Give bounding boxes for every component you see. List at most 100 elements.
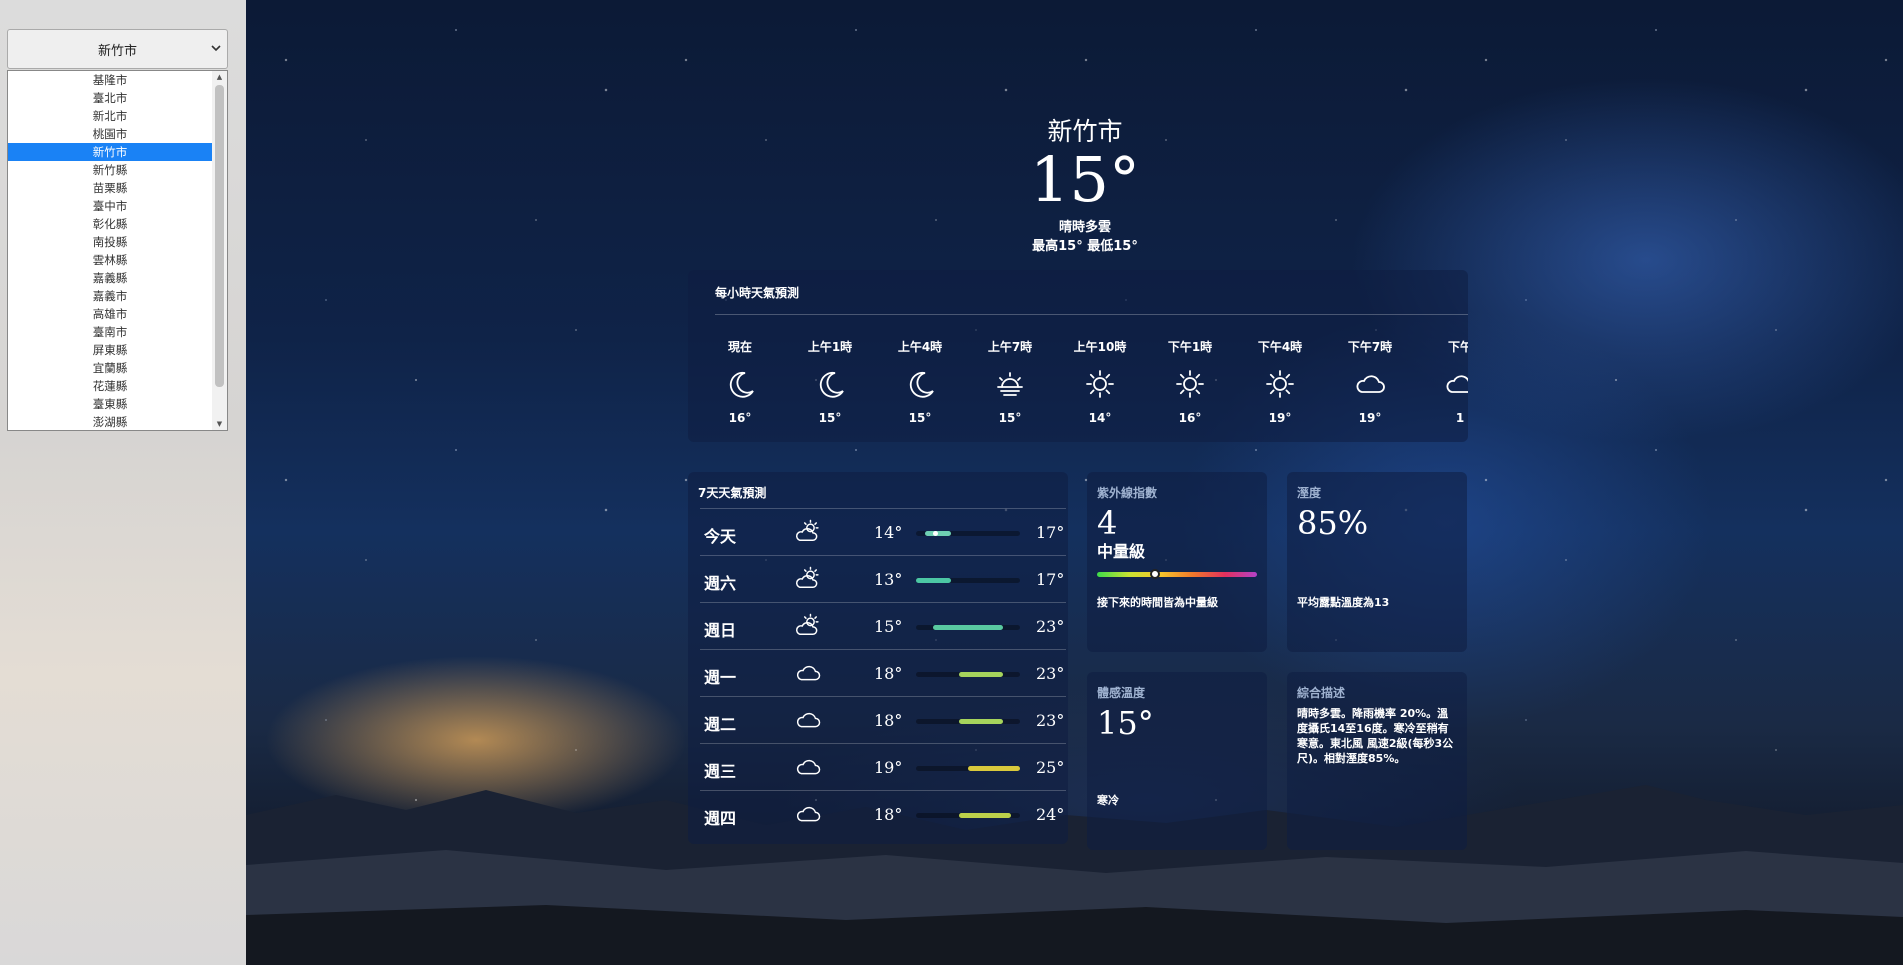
city-option[interactable]: 嘉義市 [8,287,212,305]
cloud-icon [794,753,822,781]
temp-range-bar [916,813,1020,818]
day-name: 週四 [704,809,737,828]
hourly-temp: 15° [908,411,932,425]
hourly-item: 現在 16° [705,338,775,425]
day-high: 17° [1036,523,1065,542]
daily-row: 週六 13° 17° [700,555,1066,602]
current-high-low: 最高15° 最低15° [1032,239,1138,254]
scrollbar-thumb[interactable] [215,85,224,387]
city-option[interactable]: 南投縣 [8,233,212,251]
summary-title: 綜合描述 [1297,686,1346,700]
city-options: 基隆市 臺北市 新北市 桃園市 新竹市 新竹縣 苗栗縣 臺中市 彰化縣 南投縣 雲林縣 嘉義縣 嘉義市高… [8,71,212,430]
cloud-icon [794,800,822,828]
day-high: 23° [1036,664,1065,683]
daily-row: 週三 19° 25° [700,743,1066,790]
hourly-time: 上午10時 [1073,340,1127,354]
hourly-temp: 15° [818,411,842,425]
day-name: 週二 [704,715,737,734]
sun-icon [1083,367,1117,401]
divider [715,314,1468,315]
summary-text: 晴時多雲。降雨機率 20%。溫度攝氏14至16度。寒冷至稍有寒意。東北風 風速2… [1297,707,1454,765]
sidebar: 新竹市 基隆市 臺北市 新北市 桃園市 新竹市 新竹縣 苗栗縣 臺中市 彰化縣 南投縣 雲林縣 嘉義縣… [0,0,246,965]
daily-row: 週日 15° 23° [700,602,1066,649]
city-option[interactable]: 彰化縣 [8,215,212,233]
city-option[interactable]: 苗栗縣 [8,179,212,197]
hourly-temp: 16° [728,411,752,425]
city-option[interactable]: 新竹市 [8,143,212,161]
scrollbar[interactable]: ▲ ▼ [212,71,227,430]
day-low: 19° [874,758,903,777]
feels-like-value: 15° [1097,704,1154,742]
day-low: 15° [874,617,903,636]
city-option[interactable]: 臺北市 [8,89,212,107]
hourly-item: 下午1時 16° [1155,338,1225,425]
hourly-item: 上午1時 15° [795,338,865,425]
hourly-temp: 16° [1178,411,1202,425]
uv-index-level: 中量級 [1097,542,1146,561]
day-name: 週六 [704,574,737,593]
humidity-title: 溼度 [1297,486,1322,500]
hourly-time: 下午7時 [1347,340,1393,354]
humidity-value: 85% [1297,504,1369,542]
moon-icon [723,367,757,401]
city-option[interactable]: 臺東縣 [8,395,212,413]
daily-row: 週四 18° 24° [700,790,1066,837]
hourly-time: 上午1時 [807,340,853,354]
city-select[interactable]: 新竹市 [7,29,228,69]
city-dropdown-list[interactable]: 基隆市 臺北市 新北市 桃園市 新竹市 新竹縣 苗栗縣 臺中市 彰化縣 南投縣 雲林縣 嘉義縣 嘉義市高… [7,70,228,431]
hourly-time: 下午4時 [1257,340,1303,354]
city-select-value: 新竹市 [97,43,137,59]
city-option[interactable]: 新竹縣 [8,161,212,179]
day-low: 18° [874,711,903,730]
feels-like-card: 體感溫度 15° 寒冷 [1087,672,1267,850]
uv-index-value: 4 [1097,504,1118,542]
city-option[interactable]: 桃園市 [8,125,212,143]
daily-row: 今天 14° 17° [700,508,1066,555]
hourly-forecast-card[interactable]: 每小時天氣預測 現在 16° 上午1時 15° 上午4時 15° 上午7時 15° 上午10時 1… [688,270,1468,442]
day-name: 今天 [704,527,737,546]
daily-forecast-title: 7天天氣預測 [698,486,767,500]
hourly-temp: 14° [1088,411,1112,425]
city-option[interactable]: 高雄市 [8,305,212,323]
hourly-item: 下午 1 [1425,338,1468,425]
cloud-icon [794,659,822,687]
city-option[interactable]: 基隆市 [8,71,212,89]
cloud-icon [1353,367,1387,401]
day-low: 18° [874,805,903,824]
day-low: 14° [874,523,903,542]
city-option[interactable]: 花蓮縣 [8,377,212,395]
city-option[interactable]: 臺中市 [8,197,212,215]
city-option[interactable]: 屏東縣 [8,341,212,359]
temp-range-bar [916,672,1020,677]
daily-forecast-card[interactable]: 7天天氣預測 今天 14° 17° 週六 13° 17° 週日 15° 23° 週一 18° 23° 週… [688,472,1068,844]
city-option[interactable]: 嘉義縣 [8,269,212,287]
hourly-time: 下午1時 [1167,340,1213,354]
temp-range-fill [933,625,1003,630]
day-name: 週日 [704,621,737,640]
temp-range-fill [968,766,1020,771]
city-option[interactable]: 宜蘭縣 [8,359,212,377]
partly-sunny-icon [794,565,822,593]
scroll-down-arrow-icon[interactable]: ▼ [215,420,224,428]
temp-range-fill [959,813,1012,818]
hourly-item: 下午7時 19° [1335,338,1405,425]
uv-index-note: 接下來的時間皆為中量級 [1097,596,1218,609]
partly-sunny-icon [794,612,822,640]
hourly-temp: 15° [998,411,1022,425]
temp-range-bar [916,719,1020,724]
scroll-up-arrow-icon[interactable]: ▲ [215,73,224,81]
chevron-down-icon [211,45,221,52]
hourly-temp: 1 [1455,411,1465,425]
city-option[interactable]: 臺南市 [8,323,212,341]
city-option[interactable]: 雲林縣 [8,251,212,269]
moon-icon [903,367,937,401]
humidity-note: 平均露點溫度為13 [1297,596,1390,609]
current-weather: 新竹市 15° 晴時多雲 最高15° 最低15° [1000,112,1170,254]
day-high: 23° [1036,711,1065,730]
cloud-icon [794,706,822,734]
city-option[interactable]: 澎湖縣 [8,413,212,430]
city-option[interactable]: 新北市 [8,107,212,125]
hourly-temp: 19° [1268,411,1292,425]
moon-icon [813,367,847,401]
day-low: 18° [874,664,903,683]
